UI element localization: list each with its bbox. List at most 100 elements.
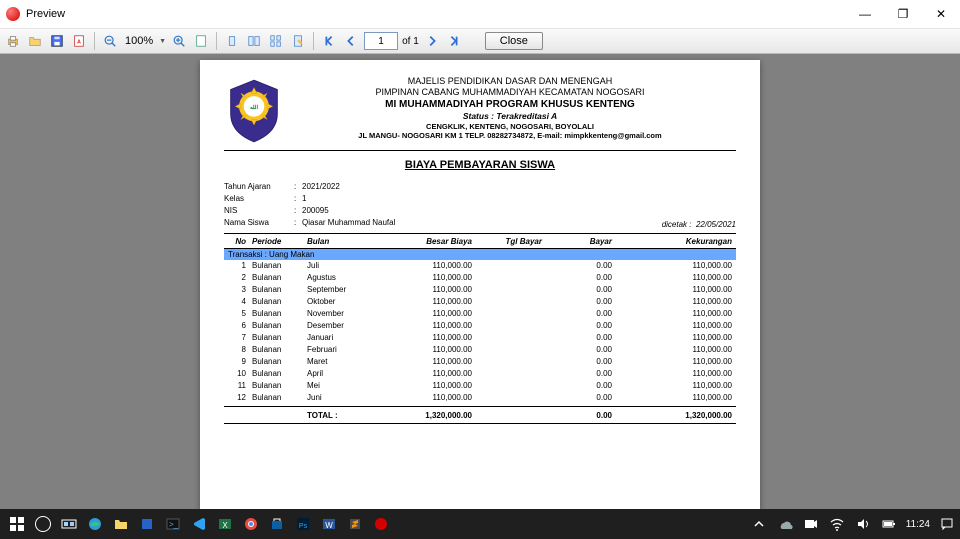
tray-clock[interactable]: 11:24 xyxy=(906,519,930,530)
tray-onedrive-icon[interactable] xyxy=(776,511,794,537)
sublime-icon[interactable] xyxy=(342,511,368,537)
header-line1: MAJELIS PENDIDIKAN DASAR DAN MENENGAH xyxy=(284,76,736,87)
col-bulan: Bulan xyxy=(307,237,377,246)
zoom-out-icon[interactable] xyxy=(101,32,119,50)
tray-chevron-up-icon[interactable] xyxy=(750,511,768,537)
minimize-button[interactable]: — xyxy=(846,0,884,28)
col-no: No xyxy=(224,237,252,246)
table-row: 5BulananNovember110,000.000.00110,000.00 xyxy=(224,308,736,320)
header-address: CENGKLIK, KENTENG, NOGOSARI, BOYOLALI xyxy=(284,122,736,131)
zoom-level[interactable]: 100% xyxy=(123,35,155,47)
maximize-button[interactable]: ❐ xyxy=(884,0,922,28)
table-row: 8BulananFebruari110,000.000.00110,000.00 xyxy=(224,344,736,356)
col-periode: Periode xyxy=(252,237,307,246)
prev-page-icon[interactable] xyxy=(342,32,360,50)
table-total-row: TOTAL : 1,320,000.00 0.00 1,320,000.00 xyxy=(224,406,736,424)
total-label: TOTAL : xyxy=(307,411,377,420)
tray-notifications-icon[interactable] xyxy=(938,511,956,537)
pdf-icon[interactable]: A xyxy=(70,32,88,50)
windows-taskbar[interactable]: >_ X Ps W 11:24 xyxy=(0,509,960,539)
report-page: الله MAJELIS PENDIDIKAN DASAR DAN MENENG… xyxy=(200,60,760,509)
terminal-icon[interactable]: >_ xyxy=(160,511,186,537)
layout-single-icon[interactable] xyxy=(223,32,241,50)
layout-double-icon[interactable] xyxy=(245,32,263,50)
col-bayar: Bayar xyxy=(542,237,612,246)
table-row: 4BulananOktober110,000.000.00110,000.00 xyxy=(224,296,736,308)
table-header: No Periode Bulan Besar Biaya Tgl Bayar B… xyxy=(224,233,736,249)
vscode-icon[interactable] xyxy=(186,511,212,537)
excel-icon[interactable]: X xyxy=(212,511,238,537)
zoom-in-icon[interactable] xyxy=(170,32,188,50)
table-row: 10BulananApril110,000.000.00110,000.00 xyxy=(224,368,736,380)
window-title: Preview xyxy=(26,8,65,20)
start-icon[interactable] xyxy=(4,511,30,537)
table-row: 7BulananJanuari110,000.000.00110,000.00 xyxy=(224,332,736,344)
save-icon[interactable] xyxy=(48,32,66,50)
table-row: 11BulananMei110,000.000.00110,000.00 xyxy=(224,380,736,392)
col-besar: Besar Biaya xyxy=(377,237,472,246)
report-viewport[interactable]: الله MAJELIS PENDIDIKAN DASAR DAN MENENG… xyxy=(0,54,960,509)
svg-text:W: W xyxy=(325,521,333,530)
meta-nama: Qiasar Muhammad Naufal xyxy=(302,217,395,229)
meta-kelas: 1 xyxy=(302,193,306,205)
edge-icon[interactable] xyxy=(82,511,108,537)
open-icon[interactable] xyxy=(26,32,44,50)
files-icon[interactable] xyxy=(134,511,160,537)
app-running-icon[interactable] xyxy=(368,511,394,537)
doc-title: BIAYA PEMBAYARAN SISWA xyxy=(224,159,736,171)
meta-kelas-label: Kelas xyxy=(224,193,294,205)
layout-multi-icon[interactable] xyxy=(267,32,285,50)
tray-volume-icon[interactable] xyxy=(854,511,872,537)
meta-nis-label: NIS xyxy=(224,205,294,217)
printed-label: dicetak : xyxy=(662,220,692,229)
total-besar: 1,320,000.00 xyxy=(377,411,472,420)
svg-text:>_: >_ xyxy=(169,520,179,529)
header-line2: PIMPINAN CABANG MUHAMMADIYAH KECAMATAN N… xyxy=(284,87,736,98)
svg-text:X: X xyxy=(222,521,228,530)
org-logo: الله xyxy=(224,76,284,146)
meta-nama-label: Nama Siswa xyxy=(224,217,294,229)
svg-text:A: A xyxy=(77,40,81,46)
table-row: 3BulananSeptember110,000.000.00110,000.0… xyxy=(224,284,736,296)
zoom-dropdown-icon[interactable]: ▼ xyxy=(159,38,166,45)
store-icon[interactable] xyxy=(264,511,290,537)
task-view-icon[interactable] xyxy=(56,511,82,537)
meta-tahun-label: Tahun Ajaran xyxy=(224,181,294,193)
close-button[interactable]: Close xyxy=(485,32,543,50)
total-kurang: 1,320,000.00 xyxy=(612,411,736,420)
meta-tahun: 2021/2022 xyxy=(302,181,340,193)
table-group-header: Transaksi : Uang Makan xyxy=(224,249,736,260)
report-toolbar: A 100% ▼ of 1 Close xyxy=(0,29,960,54)
table-body: 1BulananJuli110,000.000.00110,000.002Bul… xyxy=(224,260,736,404)
search-icon[interactable] xyxy=(30,511,56,537)
last-page-icon[interactable] xyxy=(445,32,463,50)
close-window-button[interactable]: ✕ xyxy=(922,0,960,28)
first-page-icon[interactable] xyxy=(320,32,338,50)
window-titlebar: Preview — ❐ ✕ xyxy=(0,0,960,29)
table-row: 2BulananAgustus110,000.000.00110,000.00 xyxy=(224,272,736,284)
header-line3: MI MUHAMMADIYAH PROGRAM KHUSUS KENTENG xyxy=(284,99,736,112)
header-rule xyxy=(224,150,736,151)
page-indicator: of 1 xyxy=(364,32,419,50)
chrome-icon[interactable] xyxy=(238,511,264,537)
edit-icon[interactable] xyxy=(289,32,307,50)
page-number-input[interactable] xyxy=(364,32,398,50)
table-row: 9BulananMaret110,000.000.00110,000.00 xyxy=(224,356,736,368)
printed-date: 22/05/2021 xyxy=(696,220,736,229)
col-tgl: Tgl Bayar xyxy=(472,237,542,246)
photoshop-icon[interactable]: Ps xyxy=(290,511,316,537)
meta-nis: 200095 xyxy=(302,205,329,217)
tray-meet-icon[interactable] xyxy=(802,511,820,537)
tray-battery-icon[interactable] xyxy=(880,511,898,537)
table-row: 12BulananJuni110,000.000.00110,000.00 xyxy=(224,392,736,404)
tray-wifi-icon[interactable] xyxy=(828,511,846,537)
table-row: 6BulananDesember110,000.000.00110,000.00 xyxy=(224,320,736,332)
table-row: 1BulananJuli110,000.000.00110,000.00 xyxy=(224,260,736,272)
word-icon[interactable]: W xyxy=(316,511,342,537)
next-page-icon[interactable] xyxy=(423,32,441,50)
print-icon[interactable] xyxy=(4,32,22,50)
page-of-label: of 1 xyxy=(402,36,419,47)
svg-text:الله: الله xyxy=(250,104,259,111)
explorer-icon[interactable] xyxy=(108,511,134,537)
fit-page-icon[interactable] xyxy=(192,32,210,50)
